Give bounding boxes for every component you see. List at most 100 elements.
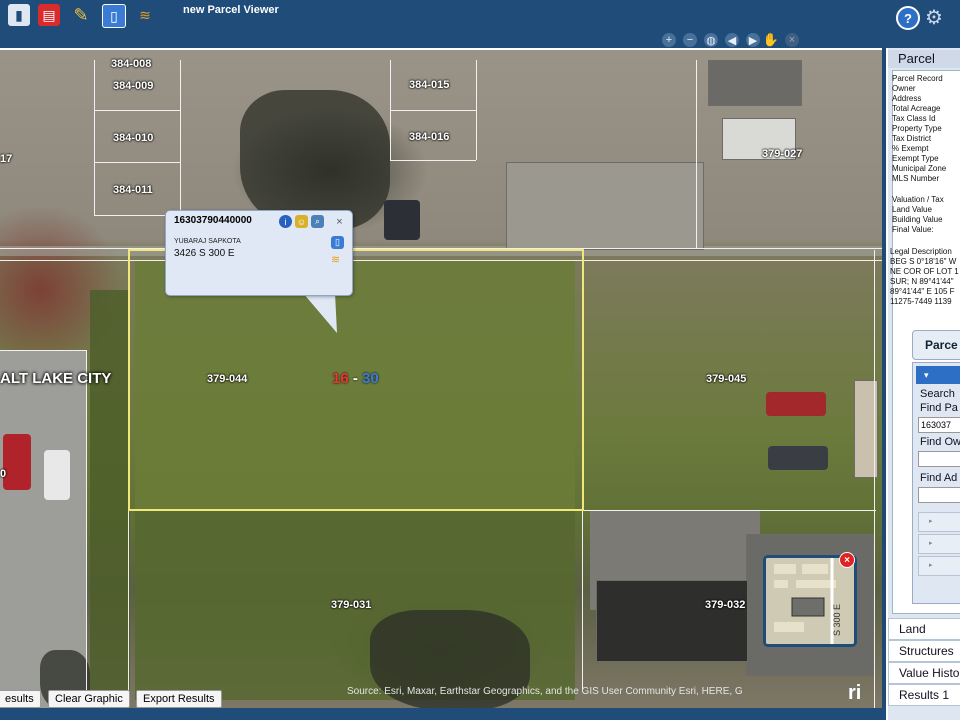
map-view[interactable]: 384-008 384-009 384-010 384-011 384-015 … — [0, 48, 882, 710]
parcel-label: 379-032 — [705, 599, 746, 611]
car — [384, 200, 420, 240]
parcel-label: 384-008 — [111, 58, 152, 70]
parcel-label: 17 — [0, 153, 13, 165]
record-field: Tax District — [892, 134, 932, 143]
zoom-to-icon[interactable]: ⌕ — [311, 215, 324, 228]
hedge — [90, 290, 130, 710]
car — [768, 446, 828, 470]
parcel-label: 379-031 — [331, 599, 372, 611]
address-number-separator: - — [348, 370, 363, 387]
parcel-label: 0 — [0, 468, 7, 480]
tab-land[interactable]: Land — [888, 618, 960, 640]
selected-parcel-outline — [128, 249, 130, 511]
valuation-field: Final Value: — [892, 225, 934, 234]
find-owner-label: Find Ow — [920, 436, 960, 448]
results-button[interactable]: esults — [0, 690, 41, 708]
top-toolbar: ▮ ▤ ✎ ▯ ≋ new Parcel Viewer ? ⚙ + − ◍ ◀ … — [0, 0, 960, 48]
find-address-label: Find Ad — [920, 472, 958, 484]
legal-description-line: SUR; N 89°41'44" — [890, 277, 954, 286]
clear-graphic-button[interactable]: Clear Graphic — [48, 690, 130, 708]
building-roof — [506, 162, 704, 250]
parcel-label: 384-016 — [409, 131, 450, 143]
legal-description-line: BEG S 0°18'16" W — [890, 257, 957, 266]
document-icon[interactable]: ▯ — [331, 236, 344, 249]
parcel-boundary — [0, 260, 882, 261]
record-field: Exempt Type — [892, 154, 939, 163]
info-icon[interactable]: i — [279, 215, 292, 228]
collapsed-section[interactable]: ▸ — [918, 512, 960, 532]
parcel-logo-icon[interactable]: ≋ — [134, 4, 156, 26]
parcel-label: 384-009 — [113, 80, 154, 92]
export-results-button[interactable]: Export Results — [136, 690, 222, 708]
overview-close-icon[interactable]: × — [839, 552, 855, 568]
parcel-boundary — [390, 160, 476, 161]
parcel-boundary — [94, 110, 180, 111]
tab-results[interactable]: Results 1 — [888, 684, 960, 706]
sidebar-title: Parcel — [888, 50, 960, 68]
popup-address: 3426 S 300 E — [174, 248, 235, 259]
parcel-logo-icon[interactable]: ≋ — [329, 253, 342, 266]
record-field: Municipal Zone — [892, 164, 947, 173]
bottom-strip — [0, 708, 960, 720]
parcel-boundary — [94, 60, 95, 216]
map-attribution: Source: Esri, Maxar, Earthstar Geographi… — [347, 686, 743, 697]
street-view-person-icon[interactable]: ☺ — [295, 215, 308, 228]
legal-description-line: Legal Description — [890, 247, 952, 256]
parcel-boundary — [390, 110, 476, 111]
parcel-label: 384-015 — [409, 79, 450, 91]
parcel-boundary — [180, 60, 181, 216]
address-number-blue: 30 — [362, 370, 379, 387]
parcel-sidebar: Parcel Parcel Record Owner Address Total… — [886, 48, 960, 720]
legal-description-line: 11275-7449 1139 — [890, 297, 952, 306]
collapsed-section[interactable]: ▸ — [918, 534, 960, 554]
document-icon[interactable]: ▯ — [102, 4, 126, 28]
help-button[interactable]: ? — [896, 6, 920, 30]
car — [3, 434, 31, 490]
gear-icon[interactable]: ⚙ — [925, 5, 943, 30]
overview-map[interactable]: S 300 E — [763, 555, 857, 647]
full-extent-icon[interactable]: ◍ — [704, 33, 718, 47]
selected-parcel-outline — [128, 509, 584, 511]
valuation-field: Building Value — [892, 215, 943, 224]
parcel-label: 384-010 — [113, 132, 154, 144]
valuation-field: Valuation / Tax — [892, 195, 944, 204]
popup-parcel-id: 16303790440000 — [174, 215, 252, 226]
tree-shadow — [240, 90, 390, 230]
zoom-out-icon[interactable]: − — [683, 33, 697, 47]
legal-description-line: NE COR OF LOT 1 — [890, 267, 959, 276]
find-parcel-input[interactable]: 163037 — [918, 417, 960, 433]
zoom-in-icon[interactable]: + — [662, 33, 676, 47]
parcel-popup: 16303790440000 i ☺ ⌕ × YUBARAJ SAPKOTA 3… — [165, 210, 353, 296]
close-icon[interactable]: × — [333, 215, 346, 228]
parcel-label: 379-027 — [762, 148, 803, 160]
find-address-input[interactable] — [918, 487, 960, 503]
record-field: Total Acreage — [892, 104, 941, 113]
tab-structures[interactable]: Structures — [888, 640, 960, 662]
parcel-boundary — [696, 60, 697, 248]
parcel-search-button[interactable]: Parce — [912, 330, 960, 360]
next-extent-icon[interactable]: ▶ — [746, 33, 760, 47]
parcel-boundary — [94, 162, 180, 163]
collapsed-section[interactable]: ▸ — [918, 556, 960, 576]
deactivate-icon[interactable]: × — [785, 33, 799, 47]
previous-extent-icon[interactable]: ◀ — [725, 33, 739, 47]
tab-value-history[interactable]: Value Histo — [888, 662, 960, 684]
book-icon[interactable]: ▮ — [8, 4, 30, 26]
search-panel-header[interactable]: ▾ — [916, 366, 960, 384]
find-owner-input[interactable] — [918, 451, 960, 467]
record-field: Property Type — [892, 124, 942, 133]
record-field: Tax Class Id — [892, 114, 936, 123]
parcel-boundary — [874, 250, 875, 710]
find-parcel-label: Find Pa — [920, 402, 958, 414]
popup-owner: YUBARAJ SAPKOTA — [174, 238, 241, 245]
record-field: % Exempt — [892, 144, 929, 153]
pan-hand-icon[interactable]: ✋ — [763, 32, 779, 47]
app-title: new Parcel Viewer — [183, 4, 279, 16]
car — [766, 392, 826, 416]
parcel-boundary — [86, 350, 87, 710]
overview-street-label: S 300 E — [832, 604, 842, 637]
pdf-icon[interactable]: ▤ — [38, 4, 60, 26]
address-number-red: 16 — [332, 370, 349, 387]
esri-logo: ri — [848, 682, 862, 704]
pencil-icon[interactable]: ✎ — [70, 4, 92, 26]
